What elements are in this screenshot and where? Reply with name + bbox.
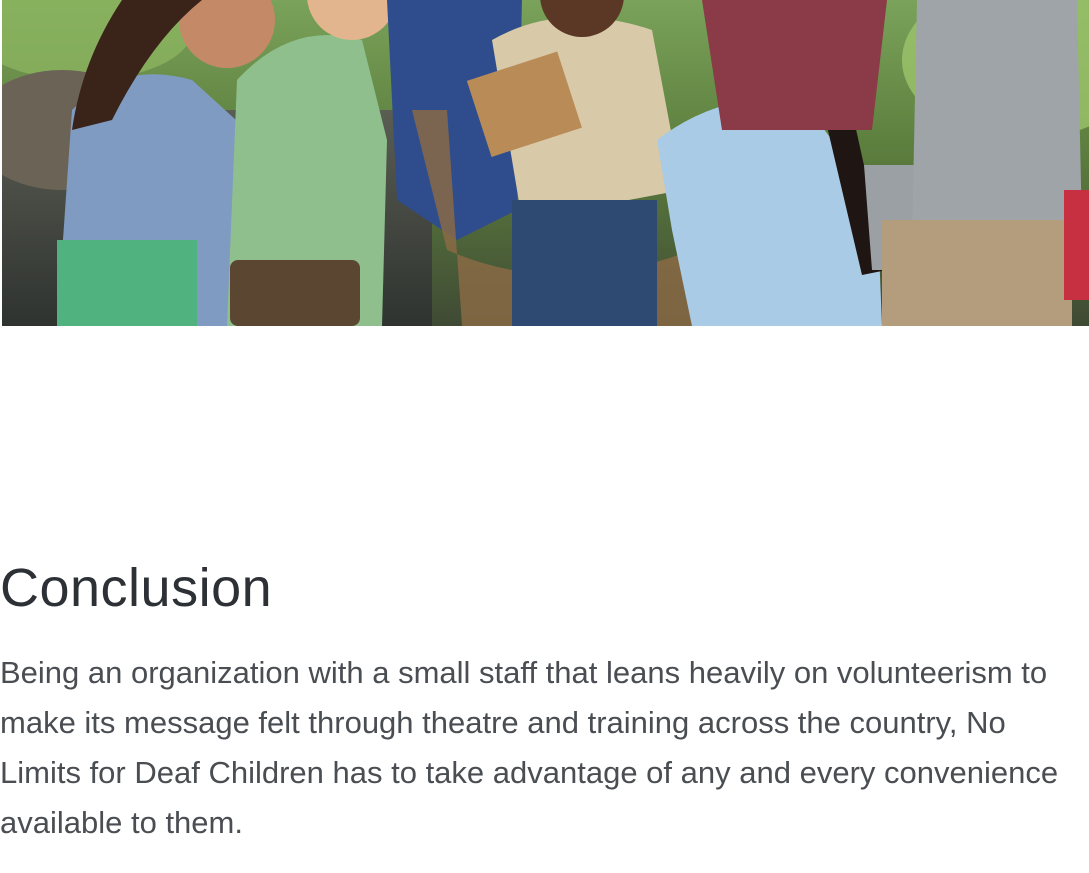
group-of-people-photo (2, 0, 1089, 326)
hero-photo (2, 0, 1089, 326)
conclusion-section: Conclusion Being an organization with a … (0, 548, 1080, 848)
conclusion-paragraph: Being an organization with a small staff… (0, 655, 1059, 840)
section-heading: Conclusion (0, 558, 273, 618)
